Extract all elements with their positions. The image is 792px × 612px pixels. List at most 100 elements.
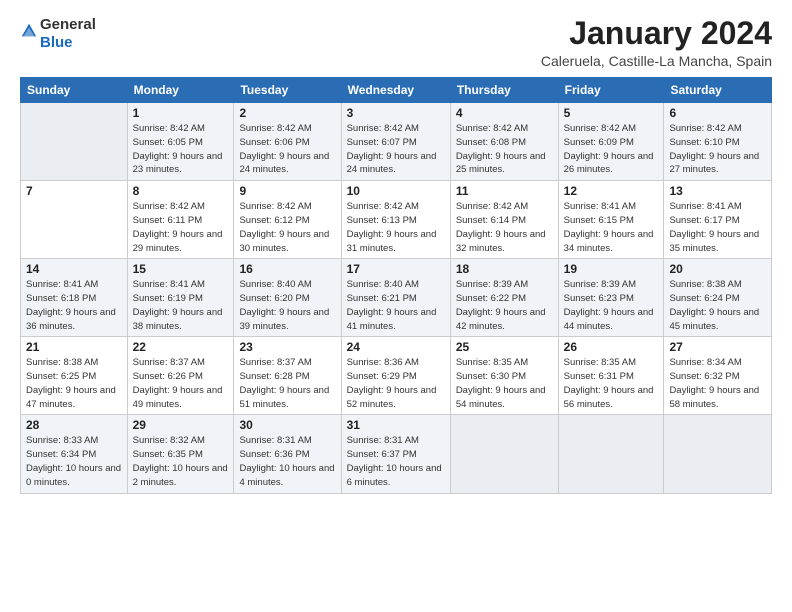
- col-saturday: Saturday: [664, 78, 772, 103]
- calendar-day-cell: 24 Sunrise: 8:36 AMSunset: 6:29 PMDayligh…: [341, 337, 450, 415]
- calendar-day-cell: 26 Sunrise: 8:35 AMSunset: 6:31 PMDayligh…: [558, 337, 664, 415]
- calendar-day-cell: 22 Sunrise: 8:37 AMSunset: 6:26 PMDayligh…: [127, 337, 234, 415]
- day-info: Sunrise: 8:42 AMSunset: 6:07 PMDaylight:…: [347, 122, 445, 177]
- calendar-day-cell: 10 Sunrise: 8:42 AMSunset: 6:13 PMDayligh…: [341, 181, 450, 259]
- day-number: 18: [456, 262, 553, 276]
- day-number: 16: [239, 262, 335, 276]
- day-number: 17: [347, 262, 445, 276]
- day-info: Sunrise: 8:36 AMSunset: 6:29 PMDaylight:…: [347, 356, 445, 411]
- calendar-week-row: 78 Sunrise: 8:42 AMSunset: 6:11 PMDayligh…: [21, 181, 772, 259]
- day-number: 10: [347, 184, 445, 198]
- day-number: 20: [669, 262, 766, 276]
- day-number: 6: [669, 106, 766, 120]
- calendar-day-cell: 7: [21, 181, 128, 259]
- location-subtitle: Caleruela, Castille-La Mancha, Spain: [541, 53, 772, 69]
- day-info: Sunrise: 8:39 AMSunset: 6:22 PMDaylight:…: [456, 278, 553, 333]
- calendar-day-cell: 21Sunrise: 8:38 AMSunset: 6:25 PMDayligh…: [21, 337, 128, 415]
- day-number: 24: [347, 340, 445, 354]
- day-info: Sunrise: 8:33 AMSunset: 6:34 PMDaylight:…: [26, 434, 122, 489]
- calendar-day-cell: [558, 415, 664, 493]
- col-friday: Friday: [558, 78, 664, 103]
- calendar-day-cell: 2 Sunrise: 8:42 AMSunset: 6:06 PMDaylight…: [234, 103, 341, 181]
- day-info: Sunrise: 8:41 AMSunset: 6:18 PMDaylight:…: [26, 278, 122, 333]
- day-info: Sunrise: 8:41 AMSunset: 6:19 PMDaylight:…: [133, 278, 229, 333]
- calendar-day-cell: 19 Sunrise: 8:39 AMSunset: 6:23 PMDayligh…: [558, 259, 664, 337]
- day-info: Sunrise: 8:42 AMSunset: 6:08 PMDaylight:…: [456, 122, 553, 177]
- calendar-day-cell: 4 Sunrise: 8:42 AMSunset: 6:08 PMDaylight…: [450, 103, 558, 181]
- day-number: 23: [239, 340, 335, 354]
- calendar-week-row: 14 Sunrise: 8:41 AMSunset: 6:18 PMDayligh…: [21, 259, 772, 337]
- calendar-day-cell: 28 Sunrise: 8:33 AMSunset: 6:34 PMDayligh…: [21, 415, 128, 493]
- day-info: Sunrise: 8:38 AMSunset: 6:24 PMDaylight:…: [669, 278, 766, 333]
- day-number: 14: [26, 262, 122, 276]
- day-number: 26: [564, 340, 659, 354]
- calendar-header-row: Sunday Monday Tuesday Wednesday Thursday…: [21, 78, 772, 103]
- calendar-day-cell: 8 Sunrise: 8:42 AMSunset: 6:11 PMDaylight…: [127, 181, 234, 259]
- calendar-day-cell: [450, 415, 558, 493]
- day-info: Sunrise: 8:41 AMSunset: 6:17 PMDaylight:…: [669, 200, 766, 255]
- calendar-day-cell: 29Sunrise: 8:32 AMSunset: 6:35 PMDayligh…: [127, 415, 234, 493]
- logo-icon: [20, 22, 38, 40]
- day-info: Sunrise: 8:32 AMSunset: 6:35 PMDaylight:…: [133, 434, 229, 489]
- day-number: 12: [564, 184, 659, 198]
- calendar-day-cell: 12Sunrise: 8:41 AMSunset: 6:15 PMDayligh…: [558, 181, 664, 259]
- calendar-day-cell: 25Sunrise: 8:35 AMSunset: 6:30 PMDayligh…: [450, 337, 558, 415]
- day-number: 8: [133, 184, 229, 198]
- day-info: Sunrise: 8:39 AMSunset: 6:23 PMDaylight:…: [564, 278, 659, 333]
- day-info: Sunrise: 8:42 AMSunset: 6:11 PMDaylight:…: [133, 200, 229, 255]
- calendar-week-row: 1 Sunrise: 8:42 AMSunset: 6:05 PMDaylight…: [21, 103, 772, 181]
- day-number: 28: [26, 418, 122, 432]
- calendar-day-cell: 31Sunrise: 8:31 AMSunset: 6:37 PMDayligh…: [341, 415, 450, 493]
- calendar-day-cell: 15 Sunrise: 8:41 AMSunset: 6:19 PMDayligh…: [127, 259, 234, 337]
- day-info: Sunrise: 8:42 AMSunset: 6:10 PMDaylight:…: [669, 122, 766, 177]
- calendar-day-cell: 13 Sunrise: 8:41 AMSunset: 6:17 PMDayligh…: [664, 181, 772, 259]
- calendar-day-cell: 3 Sunrise: 8:42 AMSunset: 6:07 PMDaylight…: [341, 103, 450, 181]
- day-number: 4: [456, 106, 553, 120]
- day-number: 27: [669, 340, 766, 354]
- calendar-day-cell: 17 Sunrise: 8:40 AMSunset: 6:21 PMDayligh…: [341, 259, 450, 337]
- day-info: Sunrise: 8:35 AMSunset: 6:31 PMDaylight:…: [564, 356, 659, 411]
- calendar-day-cell: 30Sunrise: 8:31 AMSunset: 6:36 PMDayligh…: [234, 415, 341, 493]
- logo-blue-text: Blue: [40, 34, 73, 51]
- day-number: 3: [347, 106, 445, 120]
- calendar-day-cell: [21, 103, 128, 181]
- day-info: Sunrise: 8:42 AMSunset: 6:06 PMDaylight:…: [239, 122, 335, 177]
- calendar-day-cell: 5Sunrise: 8:42 AMSunset: 6:09 PMDaylight…: [558, 103, 664, 181]
- calendar-day-cell: 6 Sunrise: 8:42 AMSunset: 6:10 PMDaylight…: [664, 103, 772, 181]
- col-thursday: Thursday: [450, 78, 558, 103]
- day-number: 30: [239, 418, 335, 432]
- col-tuesday: Tuesday: [234, 78, 341, 103]
- calendar-day-cell: 18 Sunrise: 8:39 AMSunset: 6:22 PMDayligh…: [450, 259, 558, 337]
- day-number: 15: [133, 262, 229, 276]
- day-info: Sunrise: 8:40 AMSunset: 6:20 PMDaylight:…: [239, 278, 335, 333]
- day-number: 31: [347, 418, 445, 432]
- day-info: Sunrise: 8:37 AMSunset: 6:28 PMDaylight:…: [239, 356, 335, 411]
- day-info: Sunrise: 8:42 AMSunset: 6:14 PMDaylight:…: [456, 200, 553, 255]
- day-number: 2: [239, 106, 335, 120]
- col-wednesday: Wednesday: [341, 78, 450, 103]
- calendar-day-cell: [664, 415, 772, 493]
- month-title: January 2024: [541, 16, 772, 51]
- day-info: Sunrise: 8:40 AMSunset: 6:21 PMDaylight:…: [347, 278, 445, 333]
- day-number: 13: [669, 184, 766, 198]
- page-header: General Blue January 2024 Caleruela, Cas…: [20, 16, 772, 69]
- col-sunday: Sunday: [21, 78, 128, 103]
- calendar-day-cell: 16 Sunrise: 8:40 AMSunset: 6:20 PMDayligh…: [234, 259, 341, 337]
- day-number: 19: [564, 262, 659, 276]
- day-number: 7: [26, 184, 122, 198]
- day-number: 22: [133, 340, 229, 354]
- calendar-day-cell: 14 Sunrise: 8:41 AMSunset: 6:18 PMDayligh…: [21, 259, 128, 337]
- calendar-day-cell: 27 Sunrise: 8:34 AMSunset: 6:32 PMDayligh…: [664, 337, 772, 415]
- calendar-day-cell: 23 Sunrise: 8:37 AMSunset: 6:28 PMDayligh…: [234, 337, 341, 415]
- day-info: Sunrise: 8:42 AMSunset: 6:05 PMDaylight:…: [133, 122, 229, 177]
- calendar-table: Sunday Monday Tuesday Wednesday Thursday…: [20, 77, 772, 493]
- calendar-day-cell: 9 Sunrise: 8:42 AMSunset: 6:12 PMDaylight…: [234, 181, 341, 259]
- day-info: Sunrise: 8:34 AMSunset: 6:32 PMDaylight:…: [669, 356, 766, 411]
- day-info: Sunrise: 8:42 AMSunset: 6:12 PMDaylight:…: [239, 200, 335, 255]
- day-info: Sunrise: 8:37 AMSunset: 6:26 PMDaylight:…: [133, 356, 229, 411]
- day-number: 1: [133, 106, 229, 120]
- day-info: Sunrise: 8:42 AMSunset: 6:13 PMDaylight:…: [347, 200, 445, 255]
- day-number: 9: [239, 184, 335, 198]
- day-number: 21: [26, 340, 122, 354]
- title-block: January 2024 Caleruela, Castille-La Manc…: [541, 16, 772, 69]
